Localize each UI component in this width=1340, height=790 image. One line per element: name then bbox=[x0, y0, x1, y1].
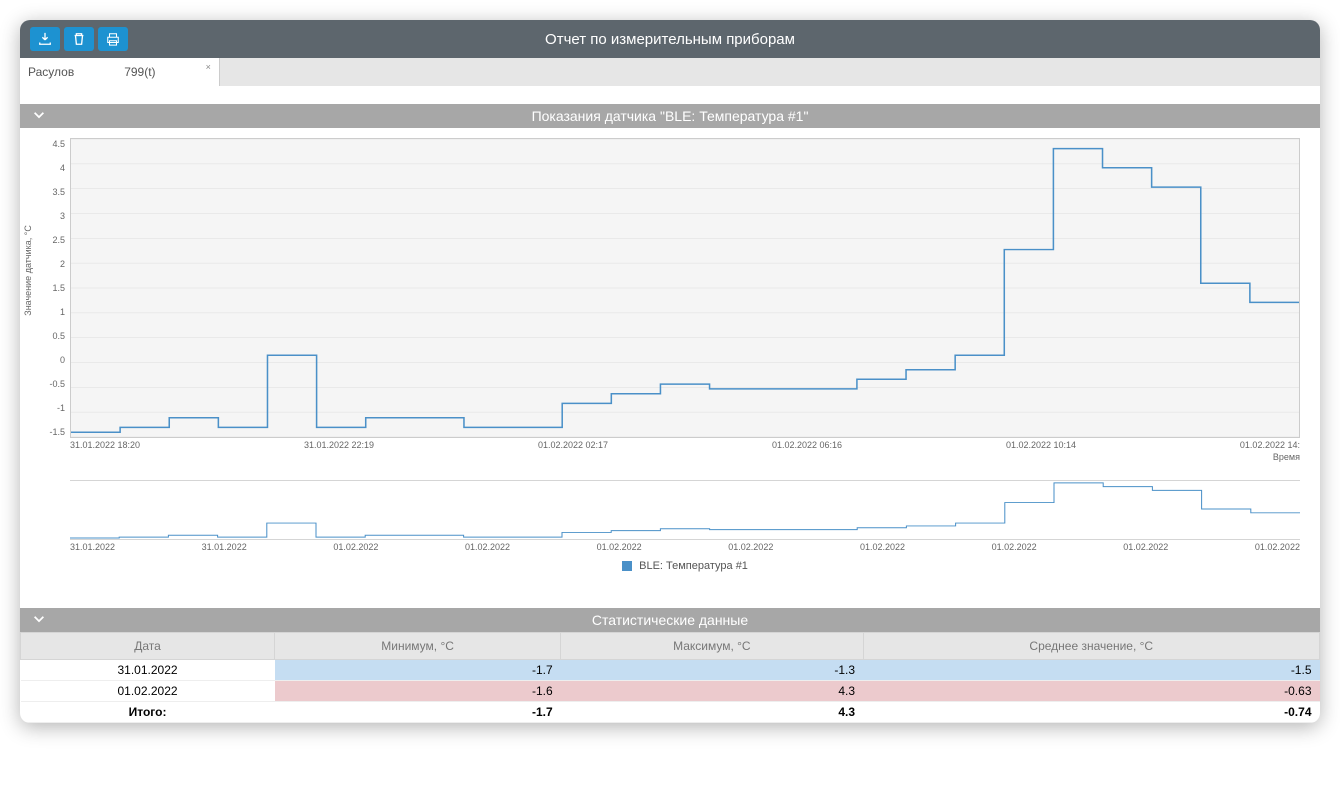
tab-name: Расулов bbox=[28, 65, 74, 79]
legend-swatch bbox=[622, 561, 632, 571]
legend: BLE: Температура #1 bbox=[70, 552, 1300, 580]
trash-icon bbox=[72, 32, 86, 46]
download-button[interactable] bbox=[30, 27, 60, 51]
x-ticks: 31.01.2022 18:2031.01.2022 22:1901.02.20… bbox=[70, 440, 1300, 450]
app-window: Отчет по измерительным приборам Расулов … bbox=[20, 20, 1320, 723]
x-axis-label: Время bbox=[70, 452, 1300, 462]
print-button[interactable] bbox=[98, 27, 128, 51]
table-header: Дата bbox=[21, 633, 275, 660]
print-icon bbox=[106, 32, 120, 46]
overview-line bbox=[70, 481, 1300, 539]
tab-close-icon[interactable]: × bbox=[206, 62, 211, 72]
chart-area: Значение датчика, °C 4.543.532.521.510.5… bbox=[20, 128, 1320, 584]
legend-label: BLE: Температура #1 bbox=[639, 560, 748, 572]
x-ticks-overview: 31.01.202231.01.202201.02.202201.02.2022… bbox=[70, 542, 1300, 552]
tabstrip: Расулов 799(t) × bbox=[20, 58, 1320, 86]
table-header: Минимум, °C bbox=[275, 633, 561, 660]
section-title-label: Показания датчика "BLE: Температура #1" bbox=[532, 108, 809, 124]
overview-chart[interactable] bbox=[70, 480, 1300, 540]
y-ticks: 4.543.532.521.510.50-0.5-1-1.5 bbox=[35, 139, 65, 437]
section-title-label: Статистические данные bbox=[592, 612, 748, 628]
y-axis-label: Значение датчика, °C bbox=[23, 225, 33, 316]
table-header: Среднее значение, °C bbox=[863, 633, 1319, 660]
table-row: 01.02.2022-1.64.3-0.63 bbox=[21, 681, 1320, 702]
chevron-down-icon[interactable] bbox=[32, 612, 46, 629]
section-statistics: Статистические данные bbox=[20, 608, 1320, 632]
chart-line bbox=[71, 139, 1299, 437]
app-title: Отчет по измерительным приборам bbox=[20, 31, 1320, 48]
table-header: Максимум, °C bbox=[561, 633, 863, 660]
stats-table: ДатаМинимум, °CМаксимум, °CСреднее значе… bbox=[20, 632, 1320, 723]
table-total-row: Итого:-1.74.3-0.74 bbox=[21, 702, 1320, 723]
tab-rasulov[interactable]: Расулов 799(t) × bbox=[20, 58, 220, 86]
chevron-down-icon[interactable] bbox=[32, 108, 46, 125]
main-chart[interactable]: 4.543.532.521.510.50-0.5-1-1.5 bbox=[70, 138, 1300, 438]
toolbar bbox=[30, 27, 128, 51]
download-icon bbox=[38, 32, 52, 46]
topbar: Отчет по измерительным приборам bbox=[20, 20, 1320, 58]
section-sensor-readings: Показания датчика "BLE: Температура #1" bbox=[20, 104, 1320, 128]
delete-button[interactable] bbox=[64, 27, 94, 51]
table-row: 31.01.2022-1.7-1.3-1.5 bbox=[21, 660, 1320, 681]
tab-badge: 799(t) bbox=[124, 65, 155, 79]
table-header-row: ДатаМинимум, °CМаксимум, °CСреднее значе… bbox=[21, 633, 1320, 660]
